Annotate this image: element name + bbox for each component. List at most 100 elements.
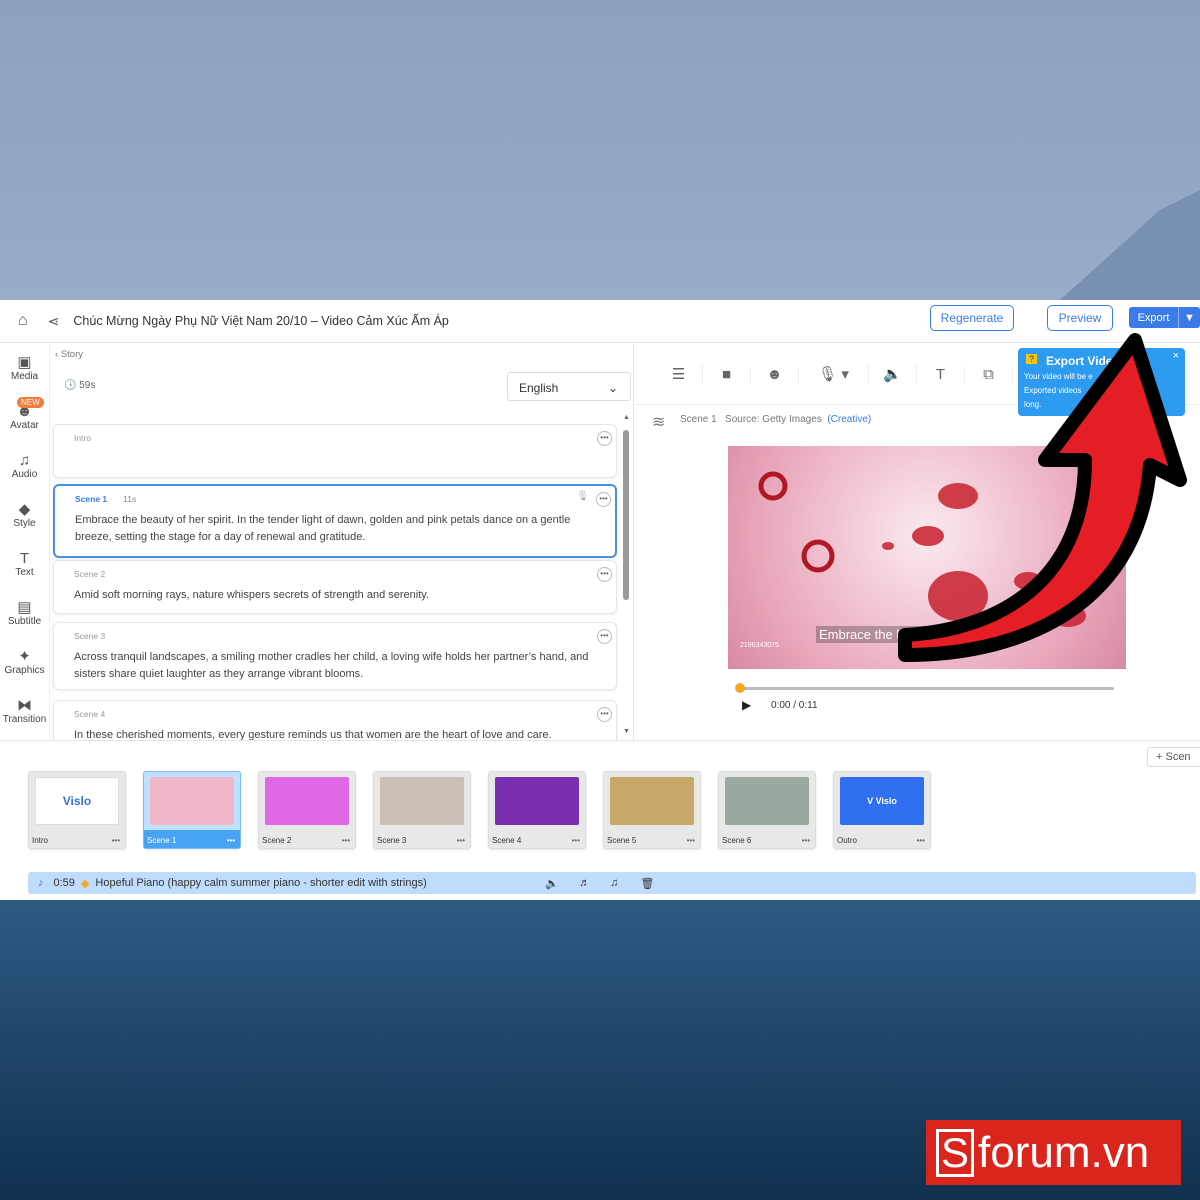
sidebar-item-graphics[interactable]: ✦ Graphics	[0, 638, 49, 687]
transition-icon: ⧓	[17, 697, 32, 714]
sidebar: ▣ Media NEW ☻ Avatar ♫ Audio ◆ Style T Text ▤ Subtit…	[0, 344, 50, 740]
scrollbar[interactable]	[623, 430, 629, 600]
creative-link[interactable]: (Creative)	[827, 414, 871, 425]
scene-thumbnail[interactable]: Scene 5 •••	[603, 771, 701, 849]
scene-card-label: Scene 3	[74, 631, 106, 641]
more-options-icon[interactable]: •••	[112, 836, 120, 845]
play-icon[interactable]: ▶	[742, 698, 751, 712]
playback-progress[interactable]	[735, 683, 1114, 693]
scene-card[interactable]: Scene 3 Across tranquil landscapes, a smi…	[53, 622, 617, 690]
more-options-icon[interactable]: •••	[597, 707, 612, 722]
language-value[interactable]: English	[519, 381, 558, 395]
more-options-icon[interactable]: •••	[597, 629, 612, 644]
sidebar-item-label: Avatar	[10, 420, 39, 431]
graphics-icon: ✦	[18, 648, 31, 665]
music-duration: 0:59	[53, 877, 75, 889]
thumbnail-image	[150, 777, 234, 825]
scene-duration: 11s	[123, 494, 137, 504]
style-icon: ◆	[18, 501, 31, 518]
scene-thumbnail[interactable]: Vislo Intro •••	[28, 771, 126, 849]
sidebar-item-label: Style	[13, 518, 36, 529]
scene-card[interactable]: Scene 1 11s Embrace the beauty of her spir…	[53, 484, 617, 558]
sidebar-item-audio[interactable]: ♫ Audio	[0, 442, 49, 491]
scene-script-text[interactable]: Amid soft morning rays, nature whispers …	[74, 587, 596, 604]
sidebar-item-label: Graphics	[4, 665, 45, 676]
share-icon[interactable]: ⋖	[48, 313, 60, 330]
scroll-up-icon[interactable]: ▲	[623, 414, 630, 421]
scene-source: Scene 1 Source: Getty Images (Creative)	[680, 414, 871, 425]
sidebar-item-label: Text	[15, 567, 34, 578]
sidebar-item-text[interactable]: T Text	[0, 540, 49, 589]
microphone-icon[interactable]: 🎙 ▾	[799, 365, 869, 383]
music-title: Hopeful Piano (happy calm summer piano -…	[95, 877, 427, 889]
red-arrow-annotation	[898, 333, 1187, 662]
scene-label: Scene 1	[680, 414, 717, 425]
premium-icon: ◆	[80, 877, 90, 890]
mountain-background	[1060, 190, 1200, 300]
new-badge: NEW	[17, 397, 44, 408]
thumbnail-label: Scene 2	[262, 836, 292, 845]
sidebar-item-transition[interactable]: ⧓ Transition	[0, 687, 49, 736]
sidebar-item-style[interactable]: ◆ Style	[0, 491, 49, 540]
thumbnail-image	[495, 777, 579, 825]
add-scene-button[interactable]: + Scen	[1147, 747, 1200, 767]
more-options-icon[interactable]: •••	[572, 836, 580, 845]
more-options-icon[interactable]: •••	[802, 836, 810, 845]
layout-icon[interactable]: ☰	[655, 365, 703, 383]
language-select[interactable]: English ⌄	[507, 372, 631, 401]
sidebar-item-label: Audio	[11, 469, 38, 480]
scene-card[interactable]: Intro •••	[53, 424, 617, 478]
layers-icon[interactable]: ≋	[652, 412, 665, 432]
more-options-icon[interactable]: •••	[597, 431, 612, 446]
microphone-icon[interactable]: 🎙	[576, 491, 589, 502]
sidebar-item-label: Subtitle	[7, 616, 42, 627]
music-sync-icon[interactable]: ♫	[610, 877, 618, 889]
more-options-icon[interactable]: •••	[687, 836, 695, 845]
delete-icon[interactable]: 🗑	[640, 877, 654, 890]
home-icon[interactable]: ⌂	[18, 312, 28, 330]
watermark-text: forum.vn	[978, 1127, 1150, 1177]
more-options-icon[interactable]: •••	[596, 492, 611, 507]
scene-script-text[interactable]: Embrace the beauty of her spirit. In the…	[75, 512, 595, 546]
sforum-logo-icon: S	[936, 1128, 974, 1177]
scroll-down-icon[interactable]: ▼	[623, 728, 630, 735]
sidebar-item-avatar[interactable]: NEW ☻ Avatar	[0, 393, 49, 442]
camera-icon[interactable]: ■	[703, 365, 751, 383]
clock-icon: 🕓	[64, 380, 77, 391]
music-change-icon[interactable]: ♬	[579, 877, 590, 889]
sidebar-item-media[interactable]: ▣ Media	[0, 344, 49, 393]
story-back-link[interactable]: ‹ Story	[55, 349, 83, 360]
more-options-icon[interactable]: •••	[917, 836, 925, 845]
scene-script-text[interactable]: Across tranquil landscapes, a smiling mo…	[74, 649, 596, 683]
story-duration: 59s	[79, 380, 96, 391]
music-volume-icon[interactable]: 🔈	[545, 877, 559, 890]
progress-handle[interactable]	[735, 683, 745, 693]
more-options-icon[interactable]: •••	[597, 567, 612, 582]
scene-card[interactable]: Scene 2 Amid soft morning rays, nature wh…	[53, 560, 617, 614]
more-options-icon[interactable]: •••	[227, 836, 235, 845]
music-track[interactable]: ♪ 0:59 ◆ Hopeful Piano (happy calm summe…	[28, 872, 1196, 894]
scene-thumbnail[interactable]: Scene 3 •••	[373, 771, 471, 849]
more-options-icon[interactable]: •••	[457, 836, 465, 845]
thumbnail-label: Scene 5	[607, 836, 637, 845]
subtitle-icon: ▤	[17, 599, 32, 616]
audio-icon: ♫	[18, 452, 31, 469]
scene-thumbnail[interactable]: Scene 1 •••	[143, 771, 241, 849]
scene-thumbnail[interactable]: Scene 4 •••	[488, 771, 586, 849]
image-id: 2196343075	[740, 642, 779, 649]
avatar-icon[interactable]: ☻	[751, 365, 799, 383]
scene-card-label: Scene 1	[75, 494, 108, 504]
scene-thumbnail[interactable]: V Vislo Outro •••	[833, 771, 931, 849]
vislo-logo: Vislo	[62, 794, 92, 808]
scene-card-label: Scene 2	[74, 569, 106, 579]
source-label: Source: Getty Images	[725, 414, 822, 425]
scene-card-label: Intro	[74, 433, 92, 443]
sidebar-item-subtitle[interactable]: ▤ Subtitle	[0, 589, 49, 638]
scene-thumbnail[interactable]: Scene 2 •••	[258, 771, 356, 849]
scene-thumbnail[interactable]: Scene 6 •••	[718, 771, 816, 849]
more-options-icon[interactable]: •••	[342, 836, 350, 845]
story-back-label[interactable]: Story	[61, 349, 83, 360]
sidebar-item-label: Media	[10, 371, 39, 382]
thumbnail-image	[610, 777, 694, 825]
project-title: Chúc Mừng Ngày Phụ Nữ Việt Nam 20/10 – V…	[73, 314, 449, 328]
